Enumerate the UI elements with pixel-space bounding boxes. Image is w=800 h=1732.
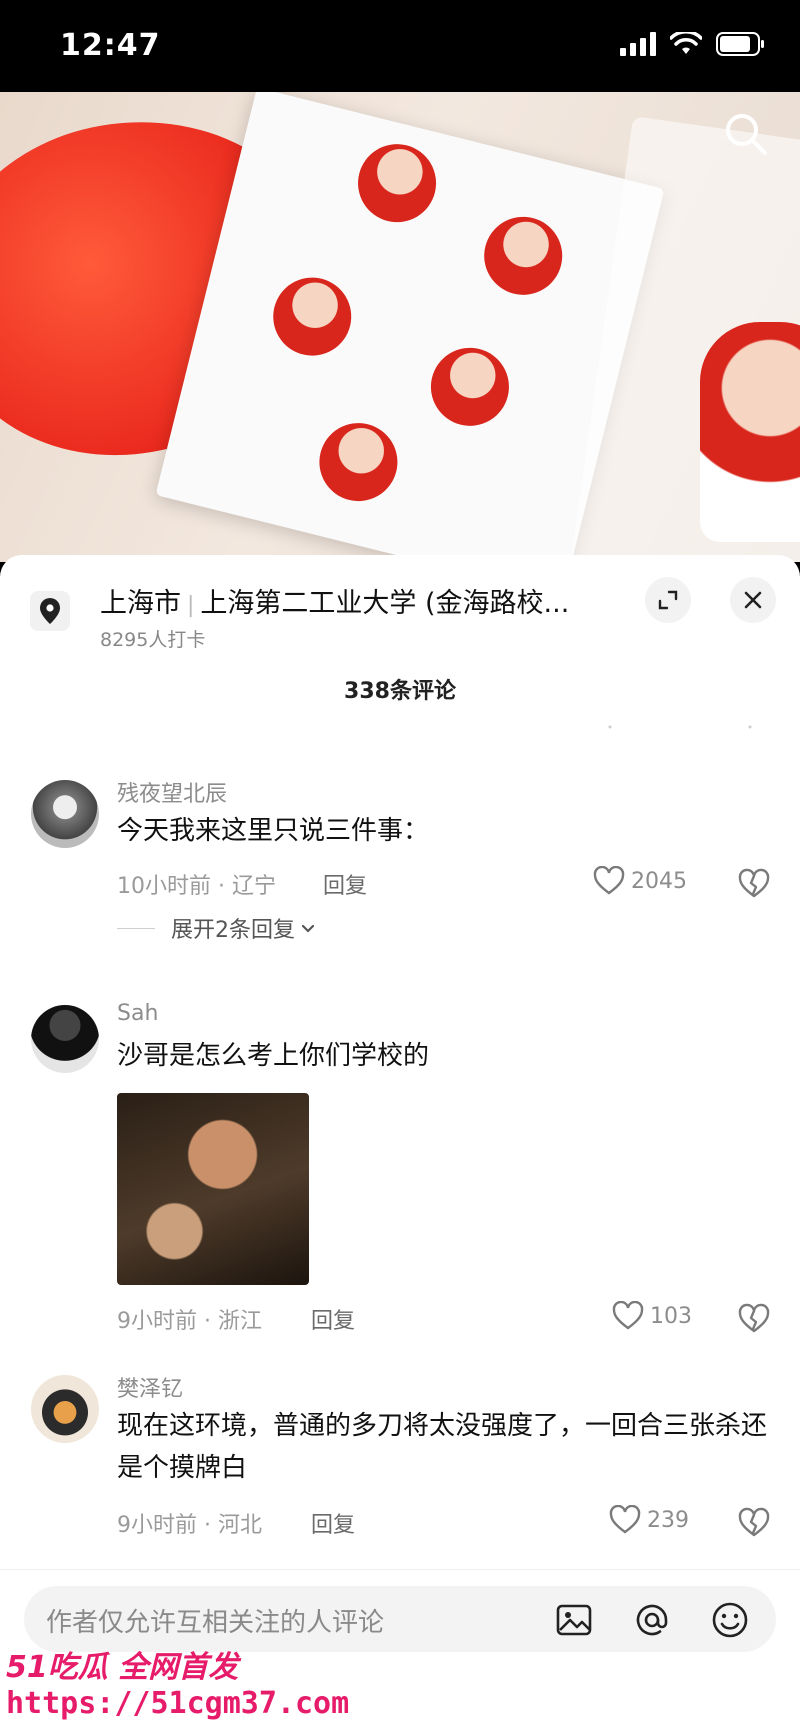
- wifi-icon: [670, 32, 702, 54]
- close-icon: [744, 591, 762, 609]
- comment-meta: 10小时前 · 辽宁: [117, 874, 276, 899]
- comment-meta: 9小时前 · 浙江: [117, 1309, 262, 1334]
- expand-replies[interactable]: 展开2条回复: [117, 912, 317, 944]
- comment-username[interactable]: Sah: [117, 1001, 158, 1026]
- sticker-character: [475, 208, 571, 304]
- location-title[interactable]: 上海市 | 上海第二工业大学 (金海路校...: [100, 581, 569, 620]
- post-photo[interactable]: [0, 92, 800, 562]
- battery-icon: [716, 32, 764, 56]
- heart-icon: [593, 866, 625, 895]
- comment-text[interactable]: 现在这环境，普通的多刀将太没强度了，一回合三张杀还是个摸牌白: [117, 1405, 777, 1489]
- sticker-character: [264, 269, 360, 364]
- like-button[interactable]: 239: [609, 1505, 689, 1535]
- divider: [608, 725, 752, 729]
- reply-button[interactable]: 回复: [311, 1507, 355, 1539]
- expand-icon: [658, 590, 678, 610]
- location-pin-icon: [30, 591, 70, 631]
- broken-heart-icon[interactable]: [738, 868, 770, 900]
- avatar[interactable]: [31, 780, 99, 848]
- location-place: 上海第二工业大学 (金海路校...: [200, 588, 570, 619]
- heart-icon: [612, 1301, 644, 1330]
- comment-username[interactable]: 樊泽钇: [117, 1371, 183, 1403]
- comment-count: 338条评论: [344, 679, 456, 704]
- signal-icon: [620, 32, 656, 56]
- status-bar: 12:47: [0, 0, 800, 92]
- image-icon[interactable]: [554, 1600, 594, 1640]
- sticker-character: [422, 339, 518, 435]
- like-button[interactable]: 2045: [593, 866, 687, 896]
- like-count: 239: [647, 1507, 689, 1533]
- close-button[interactable]: [730, 577, 776, 623]
- search-icon[interactable]: [722, 110, 770, 158]
- comment-input-bar: 作者仅允许互相关注的人评论 51吃瓜 全网首发 https://51cgm37.…: [0, 1569, 800, 1732]
- expand-button[interactable]: [645, 577, 691, 623]
- location-city: 上海市: [100, 588, 181, 619]
- heart-icon: [609, 1505, 641, 1534]
- comment-meta: 9小时前 · 河北: [117, 1513, 262, 1538]
- status-icons: [620, 32, 766, 56]
- avatar[interactable]: [31, 1005, 99, 1073]
- chevron-down-icon: [301, 924, 315, 933]
- comment-sheet: 上海市 | 上海第二工业大学 (金海路校... 8295人打卡 338条评论 残夜望…: [0, 555, 800, 1731]
- status-time: 12:47: [60, 28, 161, 63]
- emoji-icon[interactable]: [710, 1600, 750, 1640]
- like-button[interactable]: 103: [612, 1301, 692, 1331]
- sticker-character: [349, 135, 445, 231]
- avatar[interactable]: [31, 1375, 99, 1443]
- watermark-url: https://51cgm37.com: [6, 1686, 350, 1721]
- standee-character: [700, 322, 800, 542]
- watermark-logo: 51吃瓜 全网首发: [6, 1650, 239, 1685]
- like-count: 103: [650, 1303, 692, 1329]
- expand-replies-label: 展开2条回复: [171, 918, 295, 943]
- reply-button[interactable]: 回复: [311, 1303, 355, 1335]
- comment-text[interactable]: 沙哥是怎么考上你们学校的: [117, 1035, 777, 1077]
- broken-heart-icon[interactable]: [738, 1507, 770, 1539]
- at-icon[interactable]: [632, 1600, 672, 1640]
- checkin-count: 8295人打卡: [100, 629, 206, 651]
- comment-text[interactable]: 今天我来这里只说三件事：: [117, 810, 777, 852]
- like-count: 2045: [631, 868, 687, 894]
- comment-input-placeholder: 作者仅允许互相关注的人评论: [46, 1608, 385, 1638]
- reply-button[interactable]: 回复: [323, 868, 367, 900]
- comment-username[interactable]: 残夜望北辰: [117, 776, 227, 808]
- comment-image[interactable]: [117, 1093, 309, 1285]
- broken-heart-icon[interactable]: [738, 1303, 770, 1335]
- sticker-character: [311, 414, 406, 510]
